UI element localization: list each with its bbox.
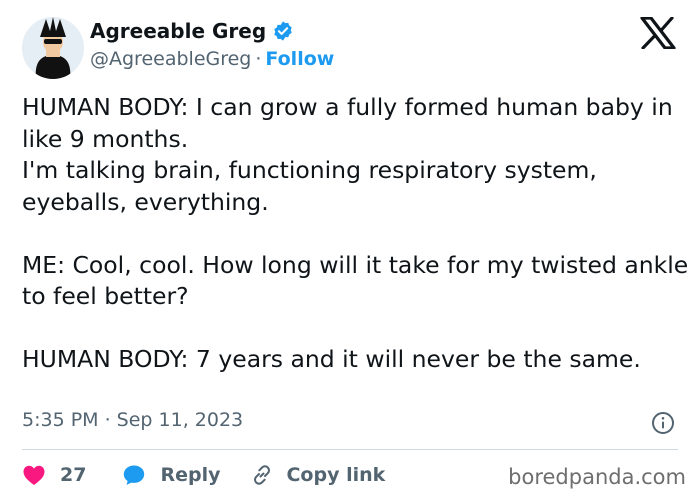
speech-bubble-icon: [124, 465, 145, 485]
like-button[interactable]: 27: [22, 464, 86, 486]
divider: [22, 449, 678, 450]
tweet-actions: 27 Reply Copy link: [22, 460, 385, 490]
copy-link-button[interactable]: Copy link: [250, 463, 385, 487]
heart-icon: [23, 465, 45, 485]
avatar-image: [22, 17, 84, 79]
author-handle-row: @AgreeableGreg · Follow: [90, 48, 334, 70]
author-handle[interactable]: @AgreeableGreg: [90, 48, 251, 70]
reply-label: Reply: [160, 464, 221, 486]
info-icon[interactable]: [651, 411, 675, 435]
author-name-row: Agreeable Greg: [90, 19, 294, 43]
verified-badge-icon: [274, 21, 292, 41]
watermark: boredpanda.com: [508, 465, 686, 489]
handle-separator: ·: [255, 48, 262, 70]
avatar[interactable]: [22, 17, 84, 79]
x-logo-icon[interactable]: [640, 17, 676, 49]
tweet-timestamp[interactable]: 5:35 PM · Sep 11, 2023: [22, 409, 243, 431]
copy-link-label: Copy link: [286, 464, 386, 486]
follow-button[interactable]: Follow: [265, 48, 334, 70]
tweet-text: HUMAN BODY: I can grow a fully formed hu…: [22, 93, 689, 373]
author-display-name[interactable]: Agreeable Greg: [90, 19, 266, 43]
reply-button[interactable]: Reply: [122, 463, 220, 487]
like-count: 27: [60, 464, 87, 486]
tweet-card: Agreeable Greg @AgreeableGreg · Follow HUM…: [0, 0, 700, 502]
link-icon: [254, 465, 271, 485]
